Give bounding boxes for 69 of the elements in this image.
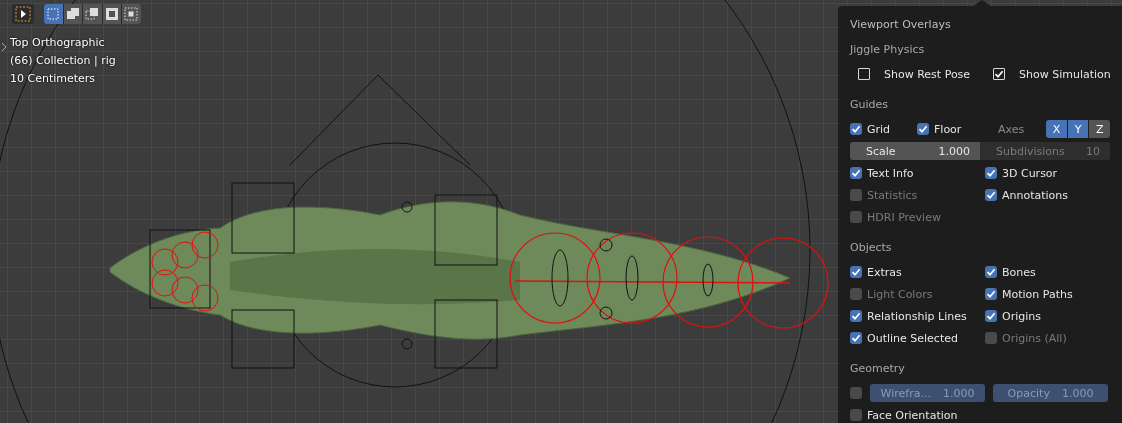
checkbox-label: HDRI Preview	[867, 210, 941, 224]
axis-toggle[interactable]: Y	[1067, 120, 1089, 138]
checkbox-label: Text Info	[867, 166, 914, 180]
checkbox[interactable]	[985, 189, 997, 201]
checkmark-icon	[851, 311, 861, 321]
axes-label: Axes	[998, 122, 1026, 136]
selection-mode-button[interactable]	[102, 4, 121, 24]
checkbox-label: Statistics	[867, 188, 918, 202]
checkbox[interactable]	[858, 68, 870, 80]
checkbox[interactable]	[850, 387, 862, 399]
checkmark-icon	[986, 190, 996, 200]
selection-mode-icon	[46, 7, 61, 21]
viewport-info-text: (66) Collection | rig	[10, 53, 116, 69]
checkbox-label: Origins	[1002, 309, 1041, 323]
checkbox-label: Annotations	[1002, 188, 1069, 202]
viewport-info-text: 10 Centimeters	[10, 71, 97, 87]
checkbox-label: Origins (All)	[1002, 331, 1067, 345]
panel-title: Viewport Overlays	[850, 17, 952, 33]
checkbox-label: Extras	[867, 265, 902, 279]
checkbox[interactable]	[850, 310, 862, 322]
checkmark-icon	[851, 124, 861, 134]
checkbox[interactable]	[985, 310, 997, 322]
selection-mode-button[interactable]	[122, 4, 141, 24]
chevron-icon[interactable]	[1, 42, 7, 52]
section-title: Jiggle Physics	[850, 42, 926, 58]
checkmark-icon	[994, 69, 1004, 79]
checkbox-label: Relationship Lines	[867, 309, 967, 323]
checkbox[interactable]	[850, 123, 862, 135]
checkbox-label: Face Orientation	[867, 408, 958, 422]
checkbox-label: Bones	[1002, 265, 1036, 279]
selection-mode-button[interactable]	[83, 4, 102, 24]
checkbox-label: Floor	[934, 122, 962, 136]
checkbox[interactable]	[985, 266, 997, 278]
section-title: Objects	[850, 240, 893, 256]
checkbox[interactable]	[985, 288, 997, 300]
checkmark-icon	[851, 267, 861, 277]
select-tool-button[interactable]	[12, 4, 34, 24]
checkbox-label: Light Colors	[867, 287, 933, 301]
selection-mode-icon	[104, 7, 119, 21]
selection-mode-icon	[124, 7, 139, 21]
checkmark-icon	[918, 124, 928, 134]
checkbox-label: 3D Cursor	[1002, 166, 1058, 180]
checkbox[interactable]	[850, 332, 862, 344]
checkbox[interactable]	[917, 123, 929, 135]
checkbox[interactable]	[985, 167, 997, 179]
viewport-info-text: Top Orthographic	[10, 35, 106, 51]
checkmark-icon	[986, 289, 996, 299]
checkbox[interactable]	[850, 266, 862, 278]
selection-mode-icon	[65, 7, 80, 21]
section-title: Geometry	[850, 361, 906, 377]
checkmark-icon	[986, 311, 996, 321]
selection-mode-icon	[85, 7, 100, 21]
checkbox[interactable]	[850, 409, 862, 421]
checkmark-icon	[986, 168, 996, 178]
checkbox[interactable]	[993, 68, 1005, 80]
axis-toggle[interactable]: Z	[1089, 120, 1110, 138]
axis-toggle[interactable]: X	[1046, 120, 1067, 138]
checkbox-label: Show Rest Pose	[884, 67, 971, 81]
checkbox-label: Show Simulation	[1019, 67, 1111, 81]
checkbox[interactable]	[850, 167, 862, 179]
checkmark-icon	[851, 333, 861, 343]
section-title: Guides	[850, 97, 890, 113]
checkbox-label: Motion Paths	[1002, 287, 1073, 301]
checkbox-label: Grid	[867, 122, 891, 136]
checkbox-label: Outline Selected	[867, 331, 958, 345]
selection-mode-button[interactable]	[63, 4, 82, 24]
checkmark-icon	[851, 168, 861, 178]
checkmark-icon	[986, 267, 996, 277]
number-field[interactable]: Scale 1.000	[850, 142, 980, 160]
